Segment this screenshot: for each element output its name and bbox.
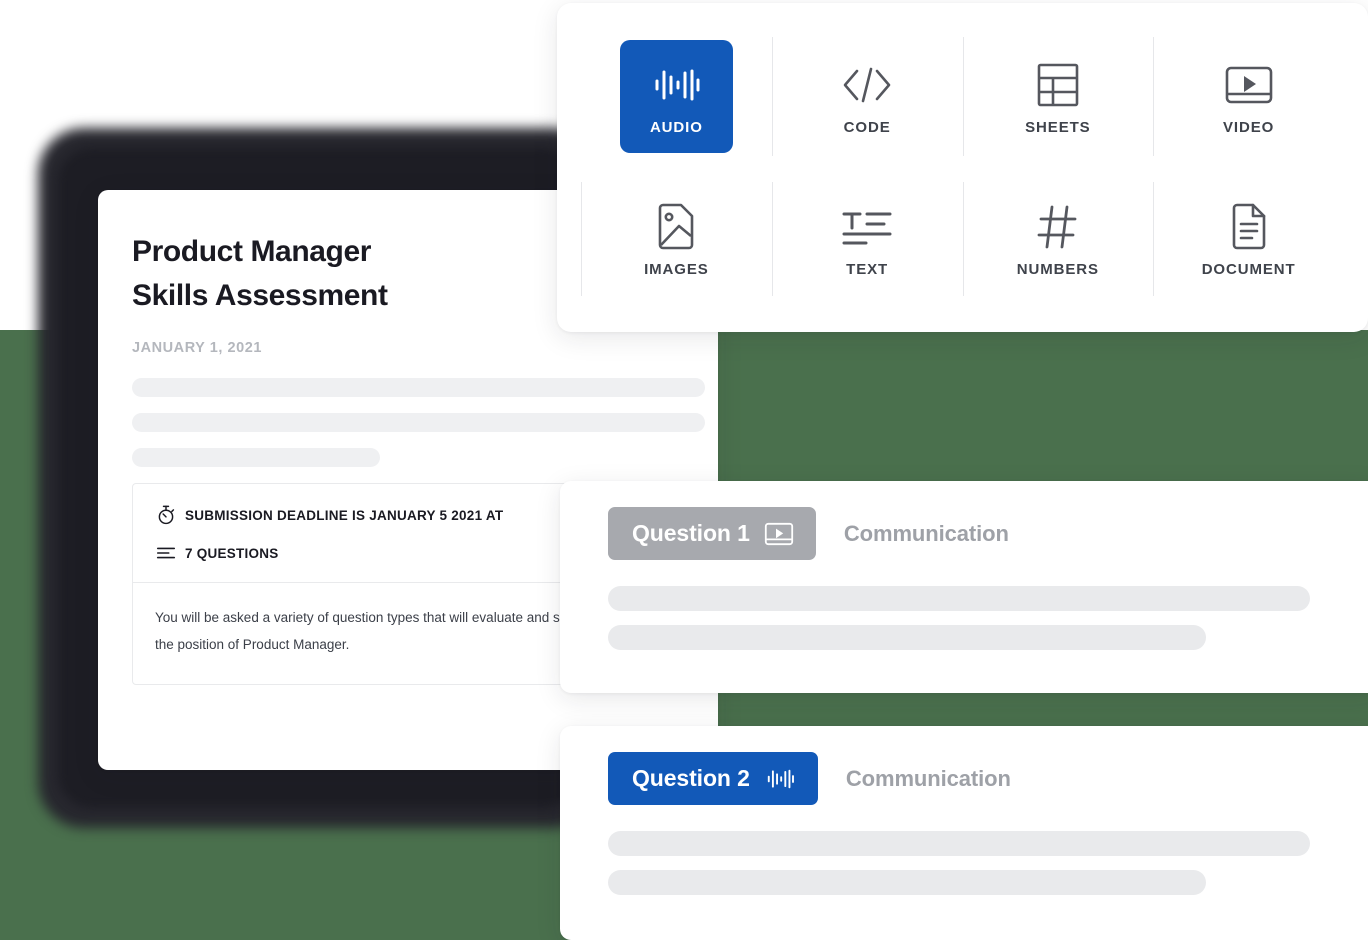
question-type-label: TEXT — [846, 261, 889, 279]
question-2-badge-label: Question 2 — [632, 765, 750, 791]
stopwatch-icon — [155, 504, 185, 526]
question-1-header: Question 1 Communication — [608, 507, 1332, 560]
skeleton-line — [608, 870, 1206, 895]
question-type-images[interactable]: IMAGES — [581, 168, 772, 311]
question-type-video-button[interactable]: VIDEO — [1192, 40, 1305, 153]
audio-waveform-icon — [652, 57, 700, 113]
question-1-badge[interactable]: Question 1 — [608, 507, 816, 560]
question-type-label: DOCUMENT — [1201, 261, 1296, 279]
text-lines-icon — [840, 199, 894, 255]
question-type-text-button[interactable]: TEXT — [811, 182, 924, 295]
question-type-numbers-button[interactable]: NUMBERS — [1001, 182, 1114, 295]
skeleton-line — [132, 378, 705, 398]
question-count-text: 7 QUESTIONS — [185, 545, 279, 561]
document-date: JANUARY 1, 2021 — [132, 340, 262, 357]
question-type-label: NUMBERS — [1016, 261, 1099, 279]
deadline-text: SUBMISSION DEADLINE IS JANUARY 5 2021 AT — [185, 507, 504, 523]
document-page-icon — [1229, 199, 1269, 255]
question-type-video[interactable]: VIDEO — [1153, 25, 1344, 168]
question-card-2: Question 2 Communication — [560, 726, 1368, 940]
question-type-picker-card: AUDIO CODE SHEETS VIDEO IMAGES TEXT NUMB… — [557, 3, 1368, 332]
question-type-code[interactable]: CODE — [771, 25, 963, 168]
audio-waveform-icon — [764, 766, 796, 792]
question-2-skeleton — [608, 831, 1332, 895]
question-type-label: VIDEO — [1223, 118, 1275, 136]
question-type-label: IMAGES — [644, 261, 709, 279]
skeleton-line — [132, 413, 705, 433]
question-1-badge-label: Question 1 — [632, 520, 750, 546]
question-type-audio[interactable]: AUDIO — [581, 25, 772, 168]
video-play-icon — [764, 521, 794, 547]
question-type-label: AUDIO — [649, 118, 703, 136]
question-1-skeleton — [608, 586, 1332, 650]
hash-number-icon — [1036, 199, 1080, 255]
question-type-grid: AUDIO CODE SHEETS VIDEO IMAGES TEXT NUMB… — [557, 3, 1368, 332]
question-1-category: Communication — [843, 520, 1009, 546]
question-type-numbers[interactable]: NUMBERS — [962, 168, 1154, 311]
question-type-sheets-button[interactable]: SHEETS — [1001, 40, 1114, 153]
question-card-1: Question 1 Communication — [560, 481, 1368, 693]
description-skeleton — [132, 378, 705, 468]
question-2-header: Question 2 Communication — [608, 752, 1332, 805]
question-type-audio-button[interactable]: AUDIO — [619, 39, 733, 153]
question-type-images-button[interactable]: IMAGES — [620, 182, 733, 295]
question-type-code-button[interactable]: CODE — [811, 40, 924, 153]
question-type-text[interactable]: TEXT — [771, 168, 963, 311]
question-2-badge[interactable]: Question 2 — [608, 752, 818, 805]
composition-stage: Product Manager Skills Assessment JANUAR… — [0, 0, 1368, 940]
skeleton-line — [608, 625, 1206, 650]
question-type-document[interactable]: DOCUMENT — [1153, 168, 1344, 311]
skeleton-line — [132, 448, 380, 468]
skeleton-line — [608, 831, 1310, 856]
code-brackets-icon — [841, 57, 893, 113]
video-play-icon — [1224, 57, 1274, 113]
question-type-sheets[interactable]: SHEETS — [962, 25, 1154, 168]
question-type-document-button[interactable]: DOCUMENT — [1192, 182, 1305, 295]
skeleton-line — [608, 586, 1310, 611]
image-picture-icon — [656, 199, 696, 255]
question-type-label: CODE — [843, 118, 891, 136]
question-card-1-body: Question 1 Communication — [560, 481, 1368, 650]
question-card-2-body: Question 2 Communication — [560, 726, 1368, 895]
table-grid-icon — [1036, 57, 1080, 113]
question-2-category: Communication — [845, 765, 1011, 791]
list-lines-icon — [155, 542, 185, 564]
question-type-label: SHEETS — [1025, 118, 1091, 136]
